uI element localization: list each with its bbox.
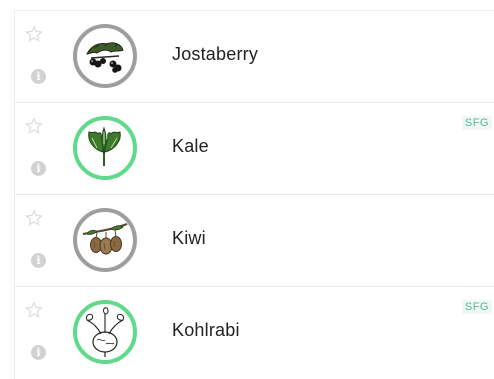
kale-icon bbox=[88, 126, 121, 166]
plant-avatar bbox=[73, 116, 137, 180]
sfg-badge: SFG bbox=[461, 116, 492, 130]
list-item[interactable]: i Kale SFG bbox=[15, 102, 494, 194]
list-item[interactable]: i Kohlrabi SFG bbox=[15, 286, 494, 378]
plant-avatar bbox=[73, 300, 137, 364]
star-icon[interactable] bbox=[25, 25, 43, 43]
star-icon[interactable] bbox=[25, 301, 43, 319]
plant-avatar bbox=[73, 208, 137, 272]
plant-name: Jostaberry bbox=[172, 44, 259, 64]
kiwi-icon bbox=[82, 222, 128, 255]
star-icon[interactable] bbox=[25, 209, 43, 227]
plant-name: Kiwi bbox=[172, 228, 206, 248]
plant-avatar bbox=[73, 24, 137, 88]
jostaberry-icon bbox=[86, 42, 124, 73]
plant-name: Kohlrabi bbox=[172, 320, 240, 340]
info-icon[interactable]: i bbox=[31, 161, 46, 176]
kohlrabi-icon bbox=[86, 307, 124, 357]
list-item[interactable]: i Jostaberry bbox=[15, 10, 494, 102]
info-icon[interactable]: i bbox=[31, 253, 46, 268]
info-icon[interactable]: i bbox=[31, 345, 46, 360]
sfg-badge: SFG bbox=[461, 300, 492, 314]
info-icon[interactable]: i bbox=[31, 69, 46, 84]
list-item[interactable]: i Kiwi bbox=[15, 194, 494, 286]
plant-list: i Jostaberry i Kale SFG i Kiwi i Kohlrab… bbox=[14, 10, 494, 379]
star-icon[interactable] bbox=[25, 117, 43, 135]
plant-name: Kale bbox=[172, 136, 209, 156]
